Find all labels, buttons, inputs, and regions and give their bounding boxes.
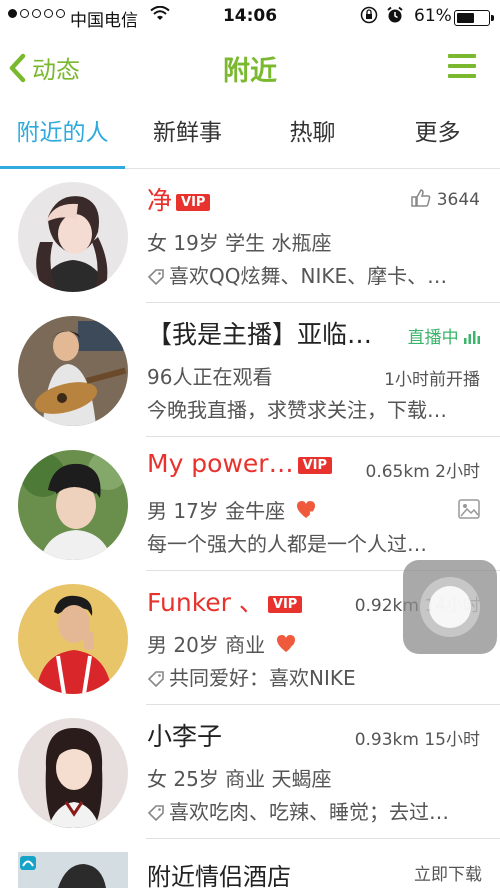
person-name: 净	[147, 186, 173, 215]
page-title: 附近	[223, 56, 277, 87]
live-status: 直播中	[408, 323, 480, 348]
like-count-value: 3644	[436, 190, 480, 210]
person-name-line: 净 VIP	[147, 181, 211, 217]
viewer-count: 96人正在观看	[147, 365, 273, 389]
vip-badge: VIP	[267, 595, 303, 613]
heart-level-icon: 4	[276, 634, 298, 659]
like-count[interactable]: 3644	[411, 189, 480, 210]
heart-level-icon: 5	[296, 500, 318, 525]
tab-hot-chat[interactable]: 热聊	[250, 100, 375, 168]
ad-thumbnail[interactable]	[18, 852, 128, 888]
live-status-label: 直播中	[407, 328, 459, 348]
orientation-lock-icon	[360, 6, 378, 28]
tag-icon	[147, 269, 164, 286]
thumbs-up-icon	[411, 189, 431, 207]
alarm-icon	[386, 6, 404, 28]
person-desc: 今晚我直播，求赞求关注，下载…	[147, 398, 447, 422]
vip-badge: VIP	[176, 193, 211, 211]
heart-level: 4	[289, 645, 295, 654]
tag-icon	[147, 805, 164, 822]
battery-percent: 61%	[414, 6, 452, 26]
photo-icon[interactable]	[458, 499, 480, 524]
tab-more[interactable]: 更多	[375, 100, 500, 168]
battery-fill	[457, 13, 474, 23]
list-item[interactable]: 小李子 0.93km 15小时 女 25岁 商业 天蝎座 喜欢吃肉、吃辣、睡觉；…	[0, 705, 500, 839]
live-bars-icon	[464, 331, 480, 344]
assistive-touch-button[interactable]	[403, 560, 497, 654]
tag-icon	[147, 671, 164, 688]
list-item[interactable]: My power… VIP 0.65km 2小时 男 17岁 金牛座 5 每一个强…	[0, 437, 500, 571]
menu-icon[interactable]	[448, 54, 476, 78]
person-name-line: My power… VIP	[147, 449, 333, 478]
ad-item[interactable]: 附近情侣酒店 立即下载	[0, 840, 500, 891]
person-desc: 每一个强大的人都是一个人过…	[147, 532, 427, 556]
broadcast-start: 1小时前开播	[384, 370, 480, 390]
person-info: 男 20岁 商业	[147, 633, 266, 657]
person-info: 女 25岁 商业 天蝎座	[147, 767, 332, 791]
person-info: 男 17岁 金牛座	[147, 499, 286, 523]
person-name: 小李子	[147, 722, 223, 751]
person-info-line: 男 20岁 商业 4	[147, 629, 298, 659]
person-name: Funker 、	[147, 588, 264, 617]
avatar[interactable]	[18, 182, 128, 292]
ad-title: 附近情侣酒店	[147, 863, 291, 891]
tags-text: 喜欢吃肉、吃辣、睡觉；去过…	[169, 800, 449, 824]
tab-fresh-news[interactable]: 新鲜事	[125, 100, 250, 168]
tab-bar: 附近的人 新鲜事 热聊 更多	[0, 100, 500, 169]
status-bar: 中国电信 14:06 61%	[0, 0, 500, 34]
person-tags: 喜欢吃肉、吃辣、睡觉；去过…	[147, 796, 449, 825]
person-info: 女 19岁 学生 水瓶座	[147, 231, 332, 255]
list-item[interactable]: 【我是主播】亚临… 直播中 96人正在观看 1小时前开播 今晚我直播，求赞求关注…	[0, 303, 500, 437]
person-info-line: 男 17岁 金牛座 5	[147, 495, 318, 525]
person-name: My power…	[147, 449, 294, 478]
battery-icon	[454, 10, 494, 26]
tab-nearby-people[interactable]: 附近的人	[0, 100, 125, 168]
person-name-line: Funker 、 VIP	[147, 583, 303, 619]
person-tags: 喜欢QQ炫舞、NIKE、摩卡、…	[147, 260, 447, 289]
nav-bar: 动态 附近	[0, 34, 500, 100]
tags-text: 共同爱好：喜欢NIKE	[169, 666, 356, 690]
download-button[interactable]: 立即下载	[414, 860, 482, 885]
distance-time: 0.93km 15小时	[354, 730, 480, 750]
avatar[interactable]	[18, 718, 128, 828]
person-name: 【我是主播】亚临…	[147, 320, 373, 349]
avatar[interactable]	[18, 316, 128, 426]
person-tags: 共同爱好：喜欢NIKE	[147, 662, 356, 691]
avatar[interactable]	[18, 584, 128, 694]
vip-badge: VIP	[297, 456, 333, 474]
distance-time: 0.65km 2小时	[365, 462, 480, 482]
heart-level: 5	[309, 511, 315, 520]
avatar[interactable]	[18, 450, 128, 560]
list-item[interactable]: 净 VIP 3644 女 19岁 学生 水瓶座 喜欢QQ炫舞、NIKE、摩卡、…	[0, 169, 500, 303]
tags-text: 喜欢QQ炫舞、NIKE、摩卡、…	[169, 264, 448, 288]
